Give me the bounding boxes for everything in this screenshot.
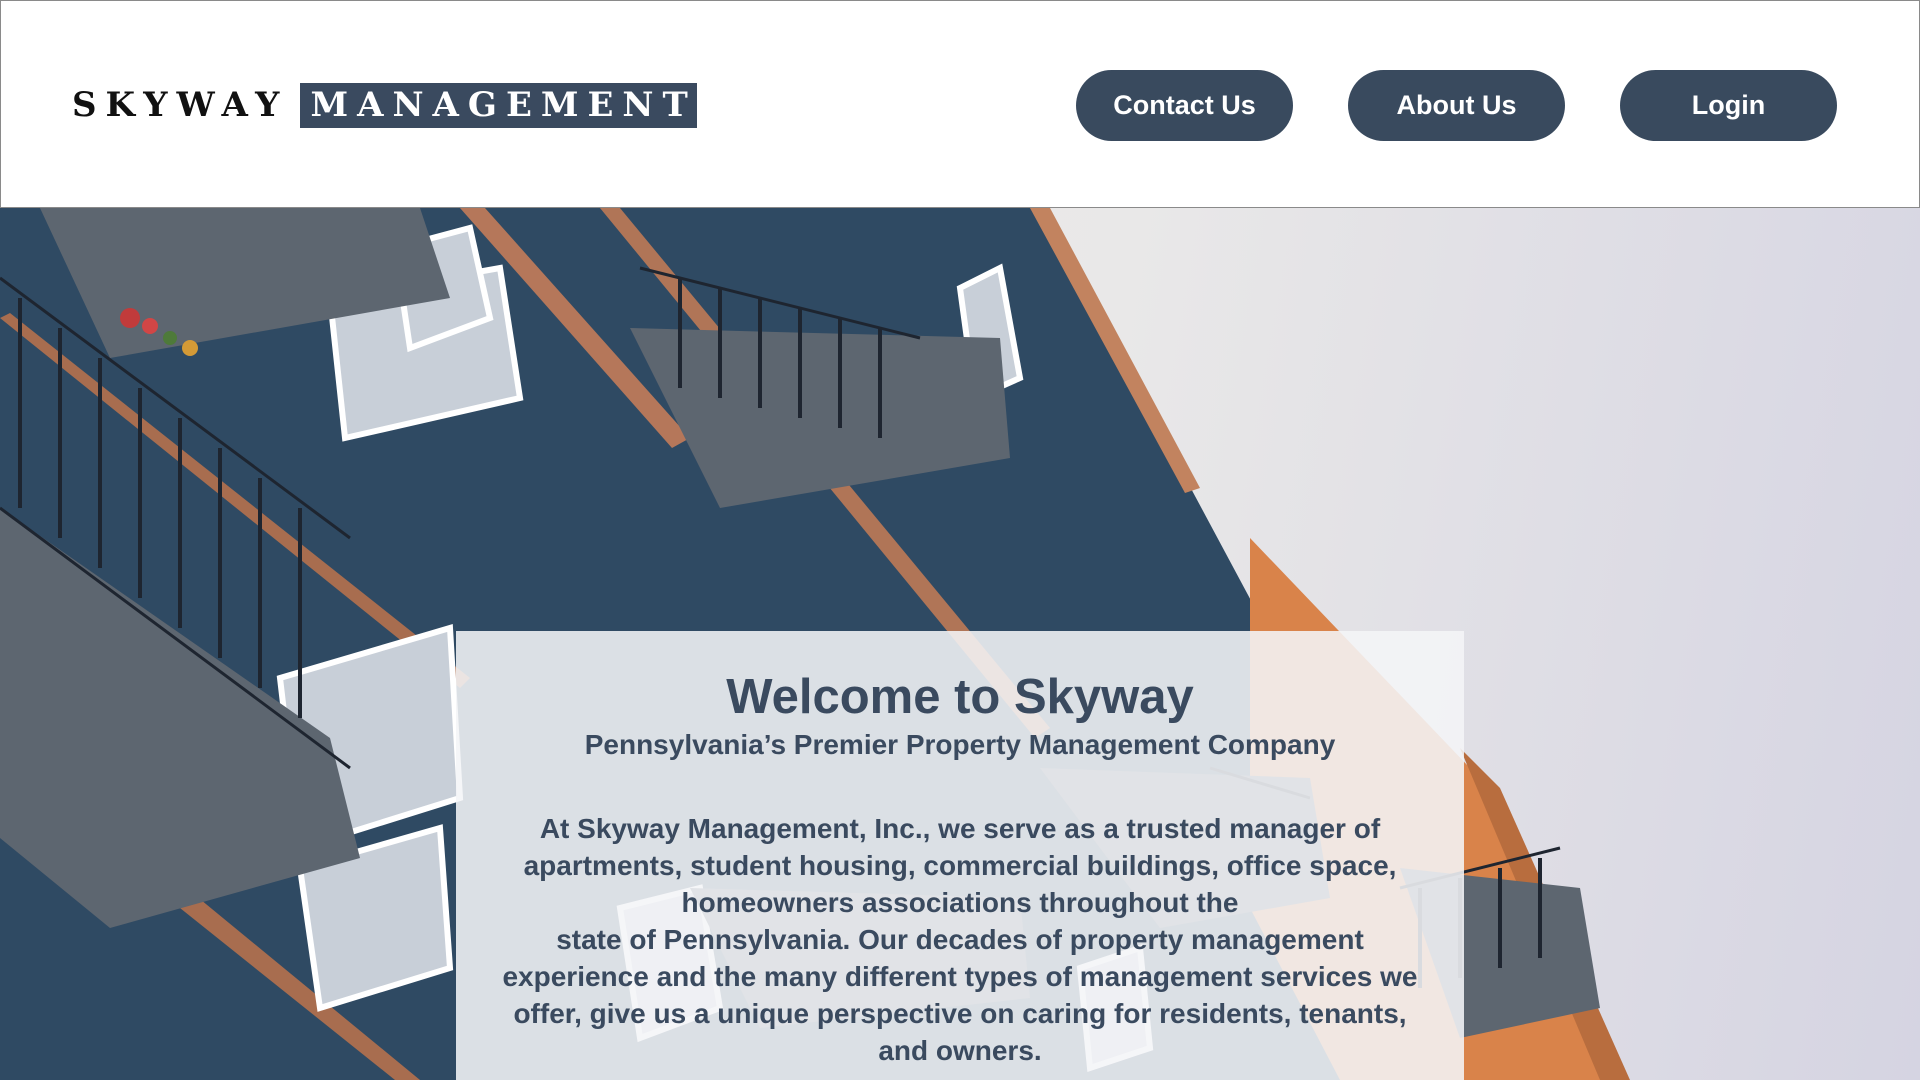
body-line: and owners. (878, 1035, 1042, 1066)
logo-word-skyway: SKYWAY (72, 85, 289, 125)
body-line: At Skyway Management, Inc., we serve as … (539, 813, 1381, 844)
welcome-title: Welcome to Skyway (726, 670, 1194, 724)
body-line: state of Pennsylvania. Our decades of pr… (556, 924, 1364, 955)
login-button[interactable]: Login (1620, 70, 1837, 141)
skyway-logo[interactable]: SKYWAY MANAGEMENT (72, 83, 697, 128)
logo-word-management: MANAGEMENT (300, 83, 697, 128)
body-line: offer, give us a unique perspective on c… (513, 998, 1407, 1029)
about-us-button[interactable]: About Us (1348, 70, 1565, 141)
welcome-card: Welcome to Skyway Pennsylvania’s Premier… (456, 631, 1464, 1080)
hero-section: Welcome to Skyway Pennsylvania’s Premier… (0, 208, 1920, 1080)
site-header: SKYWAY MANAGEMENT Contact Us About Us Lo… (0, 0, 1920, 208)
welcome-subtitle: Pennsylvania’s Premier Property Manageme… (584, 729, 1336, 760)
welcome-body: At Skyway Management, Inc., we serve as … (456, 810, 1464, 1069)
contact-us-button[interactable]: Contact Us (1076, 70, 1293, 141)
body-line: homeowners associations throughout the (681, 887, 1239, 918)
body-line: apartments, student housing, commercial … (523, 850, 1397, 881)
body-line: experience and the many different types … (502, 961, 1418, 992)
